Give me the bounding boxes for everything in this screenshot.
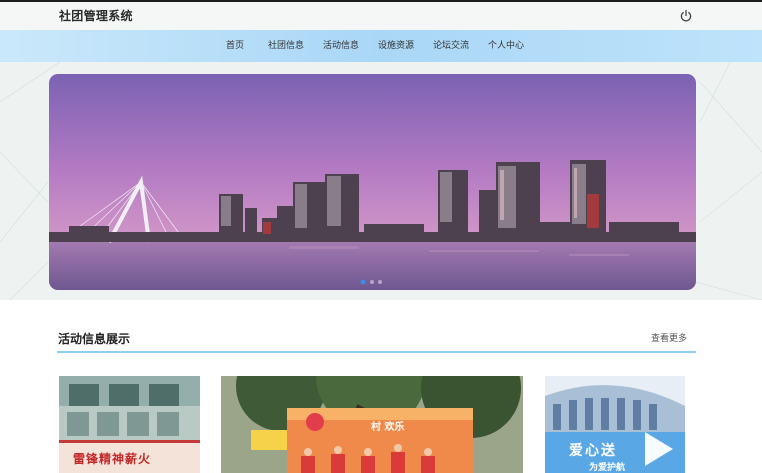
hero-carousel[interactable] — [49, 74, 696, 290]
view-more-link[interactable]: 查看更多 — [651, 331, 687, 344]
activity-card-2[interactable]: 村 欢乐 — [221, 376, 523, 473]
logout-button[interactable] — [679, 8, 693, 22]
play-icon[interactable] — [635, 428, 677, 470]
card-3-banner-text: 爱心送 — [569, 443, 617, 459]
card-1-banner-text: 雷锋精神薪火 — [73, 452, 152, 466]
carousel-dot-1[interactable] — [360, 279, 366, 285]
section-divider — [57, 351, 696, 353]
nav-item-forum[interactable]: 论坛交流 — [433, 30, 469, 62]
top-bar: 社团管理系统 — [0, 0, 762, 30]
activity-card-3[interactable]: 爱心送 为爱护航 — [545, 376, 685, 473]
nav-item-club-info[interactable]: 社团信息 — [268, 30, 304, 62]
app-title: 社团管理系统 — [59, 9, 133, 23]
card-3-sub-text: 为爱护航 — [589, 463, 626, 473]
card-2-sign-text: 村 欢乐 — [371, 422, 405, 433]
power-icon — [680, 9, 692, 22]
section-title: 活动信息展示 — [58, 332, 131, 346]
main-nav: 首页 社团信息 活动信息 设施资源 论坛交流 个人中心 — [0, 30, 762, 62]
nav-item-home[interactable]: 首页 — [226, 30, 244, 62]
nav-item-activity-info[interactable]: 活动信息 — [323, 30, 359, 62]
activity-card-1[interactable]: 雷锋精神薪火 — [59, 376, 200, 473]
city-skyline-image — [49, 74, 696, 290]
carousel-indicators — [360, 279, 382, 285]
nav-item-profile[interactable]: 个人中心 — [488, 30, 524, 62]
carousel-dot-3[interactable] — [378, 280, 382, 284]
nav-item-facilities[interactable]: 设施资源 — [378, 30, 414, 62]
carousel-dot-2[interactable] — [370, 280, 374, 284]
